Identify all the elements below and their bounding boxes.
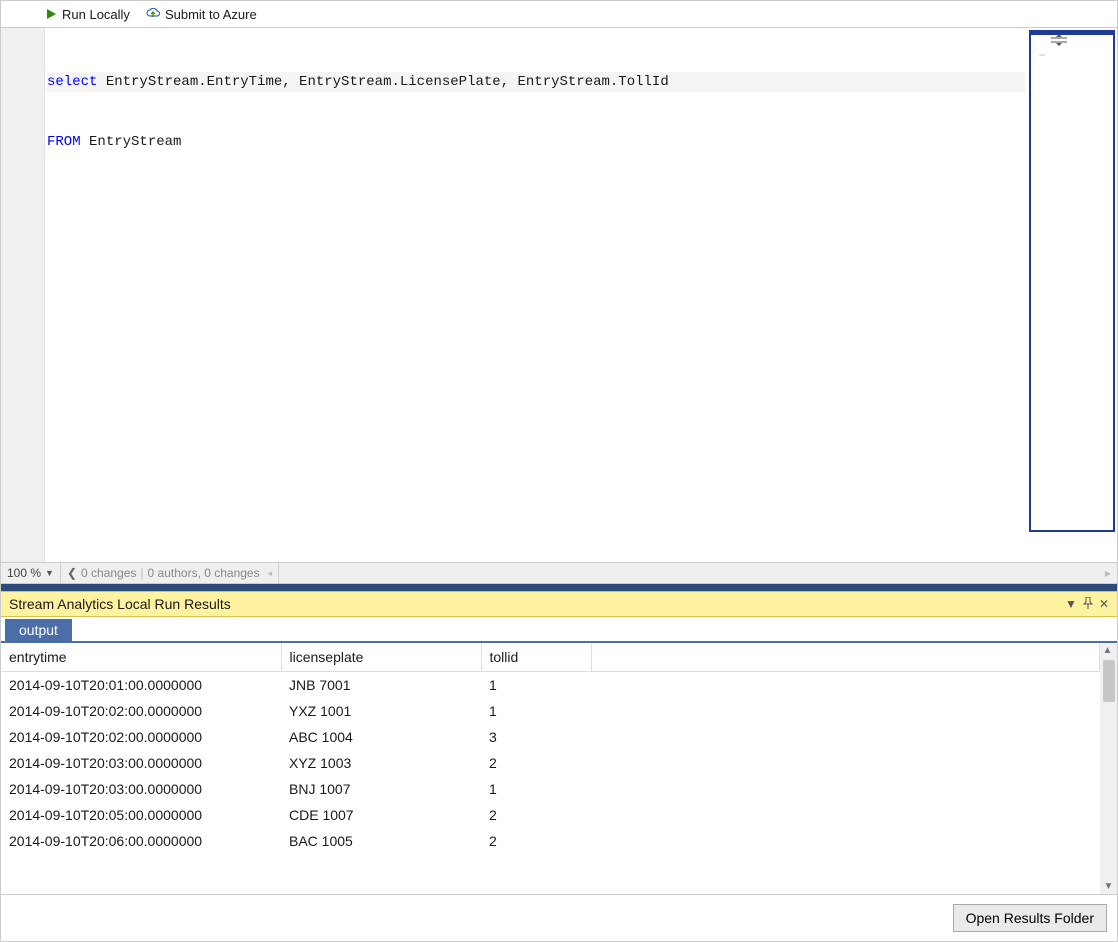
header-entrytime[interactable]: entrytime bbox=[1, 643, 281, 672]
scroll-down-icon[interactable]: ▼ bbox=[1104, 879, 1114, 894]
table-row[interactable]: 2014-09-10T20:05:00.0000000CDE 10072 bbox=[1, 802, 1100, 828]
changes-indicator[interactable]: ❮ 0 changes | 0 authors, 0 changes ◂ bbox=[61, 563, 279, 583]
results-panel-title: Stream Analytics Local Run Results bbox=[9, 596, 1065, 612]
code-from-rest: EntryStream bbox=[81, 134, 182, 150]
open-results-folder-button[interactable]: Open Results Folder bbox=[953, 904, 1107, 932]
submit-azure-label: Submit to Azure bbox=[165, 7, 257, 22]
changes-text: 0 changes bbox=[81, 566, 136, 580]
scroll-thumb[interactable] bbox=[1103, 660, 1115, 702]
table-row[interactable]: 2014-09-10T20:03:00.0000000BNJ 10071 bbox=[1, 776, 1100, 802]
header-licenseplate[interactable]: licenseplate bbox=[281, 643, 481, 672]
table-row[interactable]: 2014-09-10T20:01:00.0000000JNB 70011 bbox=[1, 672, 1100, 699]
cell-licenseplate: YXZ 1001 bbox=[281, 698, 481, 724]
tab-output[interactable]: output bbox=[5, 619, 72, 641]
editor-status-bar: 100 % ▼ ❮ 0 changes | 0 authors, 0 chang… bbox=[1, 562, 1117, 584]
cell-entrytime: 2014-09-10T20:05:00.0000000 bbox=[1, 802, 281, 828]
table-row[interactable]: 2014-09-10T20:06:00.0000000BAC 10052 bbox=[1, 828, 1100, 854]
results-panel-title-bar: Stream Analytics Local Run Results ▼ ✕ bbox=[1, 591, 1117, 617]
cell-licenseplate: BAC 1005 bbox=[281, 828, 481, 854]
cell-tollid: 2 bbox=[481, 750, 591, 776]
cell-licenseplate: ABC 1004 bbox=[281, 724, 481, 750]
table-row[interactable]: 2014-09-10T20:03:00.0000000XYZ 10032 bbox=[1, 750, 1100, 776]
code-pane[interactable]: select EntryStream.EntryTime, EntryStrea… bbox=[45, 28, 1027, 562]
table-row[interactable]: 2014-09-10T20:02:00.0000000ABC 10043 bbox=[1, 724, 1100, 750]
code-editor[interactable]: select EntryStream.EntryTime, EntryStrea… bbox=[1, 28, 1117, 562]
cell-entrytime: 2014-09-10T20:03:00.0000000 bbox=[1, 750, 281, 776]
cell-tollid: 1 bbox=[481, 698, 591, 724]
table-row[interactable]: 2014-09-10T20:02:00.0000000YXZ 10011 bbox=[1, 698, 1100, 724]
results-table-wrap: entrytime licenseplate tollid 2014-09-10… bbox=[1, 643, 1117, 894]
scroll-up-icon[interactable]: ▲ bbox=[1103, 643, 1115, 658]
splitter-handle-icon[interactable] bbox=[1049, 34, 1099, 46]
forward-arrow-icon[interactable]: ▸ bbox=[1099, 563, 1117, 583]
chevron-left-icon: ◂ bbox=[268, 568, 273, 579]
cell-tollid: 1 bbox=[481, 672, 591, 699]
back-arrow-icon: ❮ bbox=[67, 566, 77, 580]
keyword-select: select bbox=[47, 74, 97, 90]
results-footer: Open Results Folder bbox=[1, 894, 1117, 941]
keyword-from: FROM bbox=[47, 134, 81, 150]
cell-entrytime: 2014-09-10T20:03:00.0000000 bbox=[1, 776, 281, 802]
submit-azure-button[interactable]: Submit to Azure bbox=[142, 5, 261, 24]
cell-licenseplate: CDE 1007 bbox=[281, 802, 481, 828]
header-tollid[interactable]: tollid bbox=[481, 643, 591, 672]
results-tabs: output bbox=[1, 617, 1117, 643]
cell-entrytime: 2014-09-10T20:02:00.0000000 bbox=[1, 698, 281, 724]
run-locally-label: Run Locally bbox=[62, 7, 130, 22]
minimap[interactable]: ┈┈ bbox=[1029, 30, 1115, 532]
cloud-upload-icon bbox=[146, 8, 160, 20]
cell-licenseplate: JNB 7001 bbox=[281, 672, 481, 699]
editor-gutter bbox=[1, 28, 45, 562]
vertical-scrollbar[interactable]: ▲ ▼ bbox=[1100, 643, 1117, 894]
cell-entrytime: 2014-09-10T20:02:00.0000000 bbox=[1, 724, 281, 750]
results-table: entrytime licenseplate tollid 2014-09-10… bbox=[1, 643, 1100, 854]
cell-entrytime: 2014-09-10T20:06:00.0000000 bbox=[1, 828, 281, 854]
cell-tollid: 3 bbox=[481, 724, 591, 750]
zoom-value: 100 % bbox=[7, 566, 41, 580]
code-select-rest: EntryStream.EntryTime, EntryStream.Licen… bbox=[97, 74, 668, 90]
cell-tollid: 2 bbox=[481, 828, 591, 854]
pin-icon[interactable] bbox=[1083, 597, 1093, 611]
cell-licenseplate: BNJ 1007 bbox=[281, 776, 481, 802]
authors-text: 0 authors, 0 changes bbox=[148, 566, 260, 580]
header-empty bbox=[591, 643, 1100, 672]
play-icon bbox=[45, 8, 57, 20]
zoom-selector[interactable]: 100 % ▼ bbox=[1, 563, 61, 583]
chevron-down-icon: ▼ bbox=[45, 568, 54, 578]
cell-tollid: 1 bbox=[481, 776, 591, 802]
panel-divider[interactable] bbox=[1, 584, 1117, 591]
dropdown-icon[interactable]: ▼ bbox=[1065, 597, 1077, 611]
cell-licenseplate: XYZ 1003 bbox=[281, 750, 481, 776]
editor-toolbar: Run Locally Submit to Azure bbox=[1, 1, 1117, 28]
results-header-row: entrytime licenseplate tollid bbox=[1, 643, 1100, 672]
run-locally-button[interactable]: Run Locally bbox=[41, 5, 134, 24]
cell-tollid: 2 bbox=[481, 802, 591, 828]
close-icon[interactable]: ✕ bbox=[1099, 597, 1109, 611]
cell-entrytime: 2014-09-10T20:01:00.0000000 bbox=[1, 672, 281, 699]
